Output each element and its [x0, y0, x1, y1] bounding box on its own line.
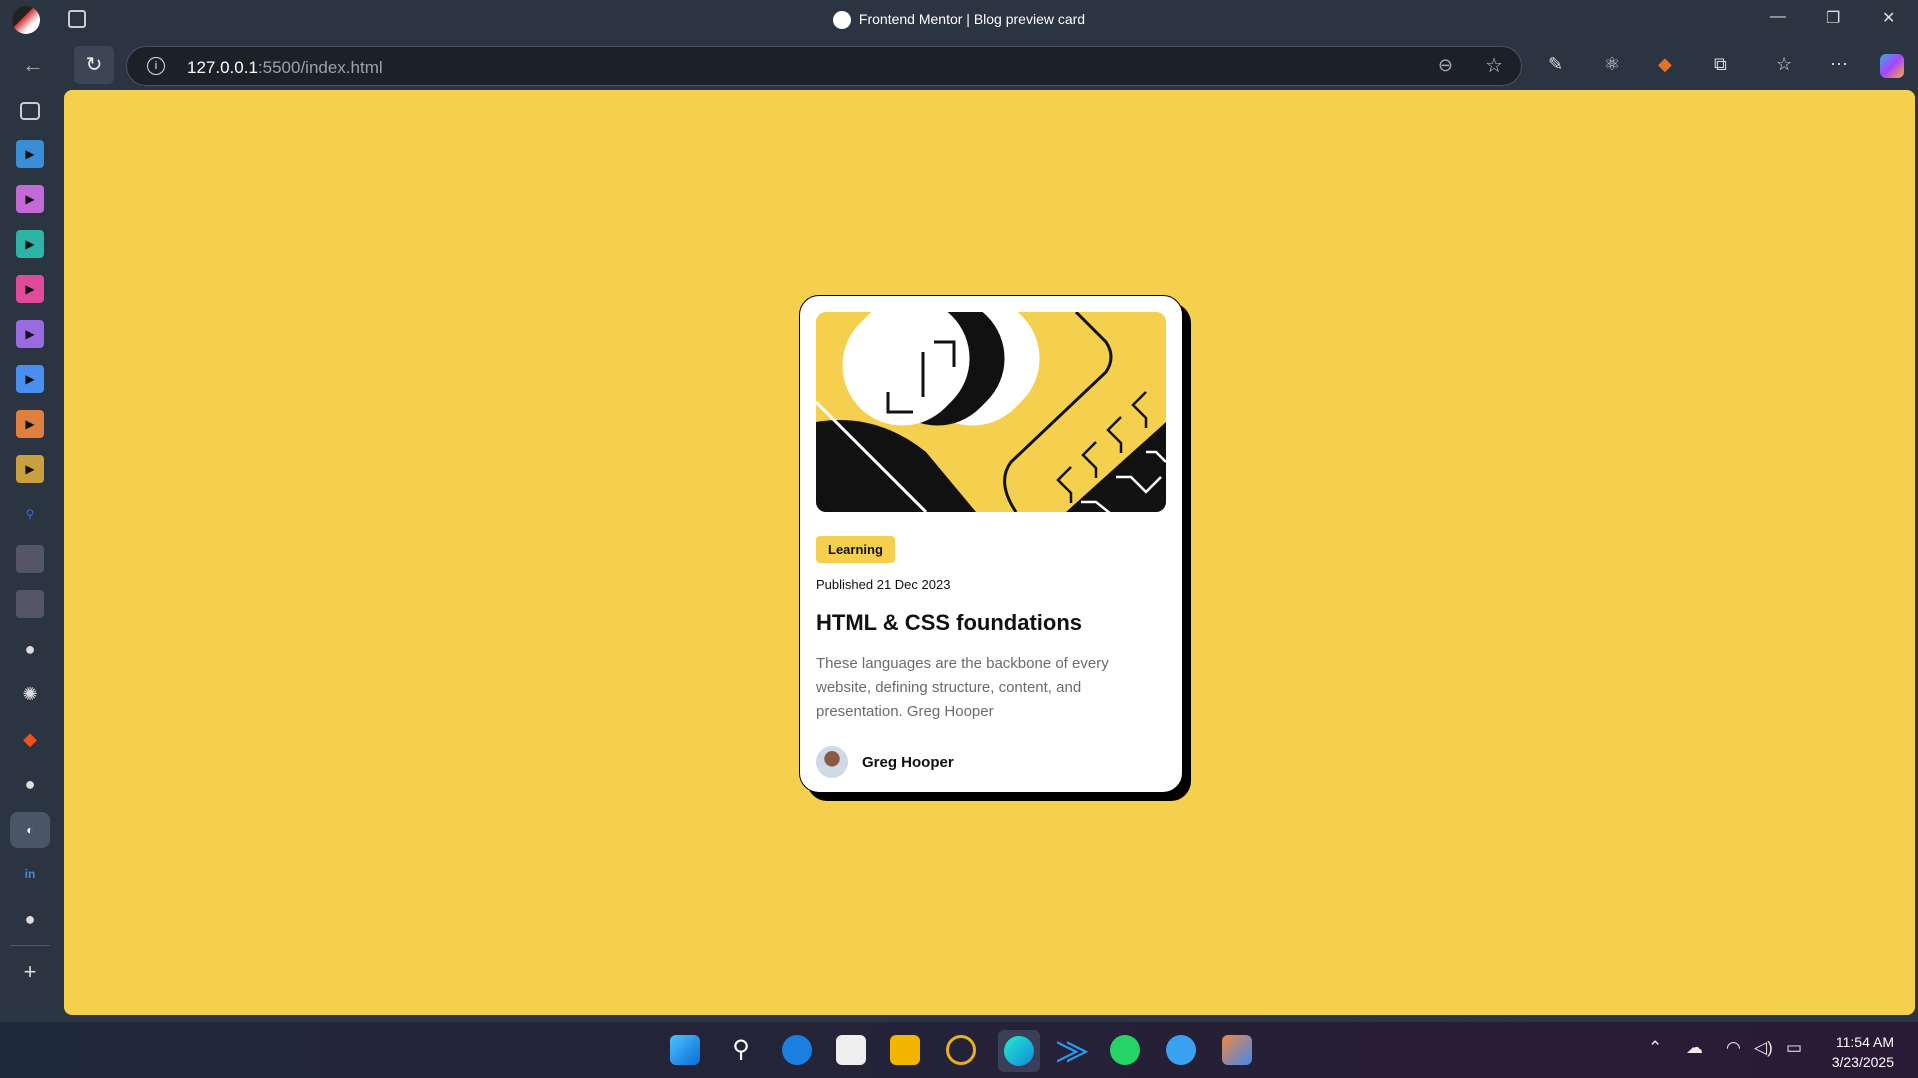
- published-date: Published 21 Dec 2023: [816, 577, 951, 592]
- metamask-icon[interactable]: ◆: [1658, 54, 1672, 75]
- avatar: [816, 746, 848, 778]
- sidebar-divider: [10, 945, 50, 946]
- sidebar: ▶ ▶ ▶ ▶ ▶ ▶ ▶ ▶ ⚲ ● ✺ ◆ ● ◐ in ● +: [0, 90, 64, 1022]
- start-icon[interactable]: [670, 1035, 700, 1065]
- sidebar-app-1-icon[interactable]: ▶: [16, 140, 44, 168]
- taskbar: ⚲ ⨠ ⌃ ☁ ◠ ◁) ▭ 11:54 AM 3/23/2025: [0, 1022, 1918, 1078]
- close-button[interactable]: ✕: [1882, 8, 1895, 28]
- sidebar-app-5-icon[interactable]: ▶: [16, 320, 44, 348]
- github-3-icon[interactable]: ●: [16, 905, 44, 933]
- react-devtools-icon[interactable]: ⚛: [1604, 54, 1620, 75]
- volume-icon[interactable]: ◁): [1754, 1038, 1773, 1058]
- sidebar-app-2-icon[interactable]: ▶: [16, 185, 44, 213]
- window-title: Frontend Mentor | Blog preview card: [0, 11, 1918, 30]
- navigation-bar: ← ↻ i 127.0.0.1:5500/index.html ⊖ ☆ ✎ ⚛ …: [0, 44, 1918, 88]
- info-icon[interactable]: i: [147, 57, 165, 75]
- help-icon[interactable]: [1166, 1035, 1196, 1065]
- edge-icon[interactable]: [998, 1030, 1040, 1072]
- address-bar[interactable]: i 127.0.0.1:5500/index.html ⊖ ☆: [126, 46, 1522, 86]
- tray-chevron-icon[interactable]: ⌃: [1648, 1038, 1662, 1058]
- blog-preview-card: Learning Published 21 Dec 2023 HTML & CS…: [799, 295, 1183, 793]
- linkedin-icon[interactable]: in: [16, 860, 44, 888]
- sidebar-app-7-icon[interactable]: ▶: [16, 410, 44, 438]
- onedrive-icon[interactable]: ☁: [1686, 1038, 1703, 1058]
- sidebar-app-6-icon[interactable]: ▶: [16, 365, 44, 393]
- favicon-icon: [832, 11, 851, 30]
- back-button[interactable]: ←: [22, 52, 44, 78]
- github-icon[interactable]: ●: [16, 635, 44, 663]
- title-bar: Frontend Mentor | Blog preview card — ❐ …: [0, 0, 1918, 40]
- page-viewport: Learning Published 21 Dec 2023 HTML & CS…: [64, 90, 1915, 1015]
- copilot-icon[interactable]: [1880, 54, 1904, 78]
- app-2-icon[interactable]: [946, 1035, 976, 1065]
- store-icon[interactable]: [836, 1035, 866, 1065]
- app-icon[interactable]: [782, 1035, 812, 1065]
- favorite-star-icon[interactable]: ☆: [1485, 53, 1503, 78]
- chatgpt-icon[interactable]: ✺: [16, 680, 44, 708]
- url-path: :5500/index.html: [257, 58, 383, 77]
- sidebar-app-8-icon[interactable]: ▶: [16, 455, 44, 483]
- category-tag: Learning: [816, 536, 895, 563]
- time: 11:54 AM: [1835, 1034, 1894, 1050]
- vscode-icon[interactable]: ⨠: [1056, 1035, 1089, 1066]
- card-description: These languages are the backbone of ever…: [816, 655, 1109, 720]
- sidebar-app-4-icon[interactable]: ▶: [16, 275, 44, 303]
- file-explorer-icon[interactable]: [890, 1035, 920, 1065]
- url-text[interactable]: 127.0.0.1:5500/index.html: [187, 58, 383, 78]
- search-icon[interactable]: ⚲: [726, 1035, 756, 1065]
- restore-button[interactable]: ❐: [1826, 8, 1840, 28]
- app-3-icon[interactable]: [1222, 1035, 1252, 1065]
- sidebar-page-icon[interactable]: [16, 545, 44, 573]
- add-icon[interactable]: +: [16, 958, 44, 986]
- reload-button[interactable]: ↻: [74, 46, 114, 84]
- author: Greg Hooper: [816, 746, 1166, 778]
- favorites-icon[interactable]: ☆: [1776, 54, 1792, 75]
- more-menu-icon[interactable]: ⋯: [1830, 54, 1848, 75]
- card-illustration: [816, 312, 1166, 512]
- clock[interactable]: 11:54 AM 3/23/2025: [1832, 1032, 1894, 1072]
- extensions-icon[interactable]: ⧉: [1714, 54, 1727, 75]
- frontend-mentor-icon[interactable]: ◐: [10, 812, 50, 848]
- whatsapp-icon[interactable]: [1110, 1035, 1140, 1065]
- wifi-icon[interactable]: ◠: [1726, 1038, 1741, 1058]
- card-title[interactable]: HTML & CSS foundations: [816, 610, 1166, 636]
- zoom-icon[interactable]: ⊖: [1438, 55, 1453, 76]
- sidebar-app-3-icon[interactable]: ▶: [16, 230, 44, 258]
- author-name: Greg Hooper: [862, 753, 954, 771]
- eyedropper-icon[interactable]: ✎: [1548, 54, 1563, 75]
- date: 3/23/2025: [1831, 1054, 1894, 1070]
- sidebar-tabs-icon[interactable]: [20, 102, 40, 120]
- sidebar-search-icon[interactable]: ⚲: [16, 500, 44, 528]
- battery-icon[interactable]: ▭: [1786, 1038, 1802, 1058]
- sidebar-page-2-icon[interactable]: [16, 590, 44, 618]
- minimize-button[interactable]: —: [1770, 8, 1786, 26]
- github-2-icon[interactable]: ●: [16, 770, 44, 798]
- figma-icon[interactable]: ◆: [16, 725, 44, 753]
- url-host: 127.0.0.1: [187, 58, 258, 77]
- window-title-text: Frontend Mentor | Blog preview card: [858, 11, 1086, 27]
